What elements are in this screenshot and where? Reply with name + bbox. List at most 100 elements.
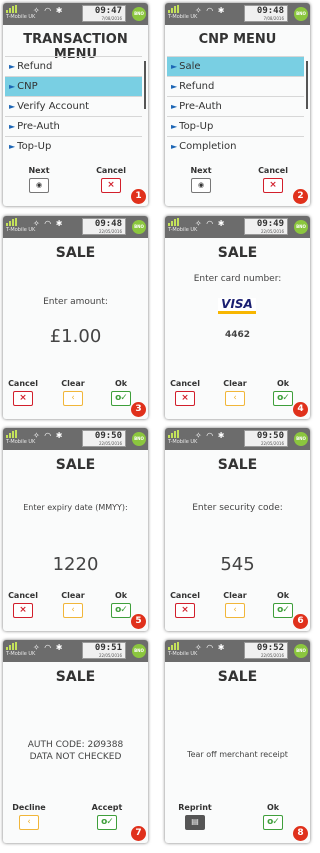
step-badge: 3 — [131, 402, 146, 417]
clear-button[interactable]: Clear ‹ — [217, 591, 253, 618]
ok-button[interactable]: Ok o✓ — [265, 591, 301, 618]
prompt-text: Enter card number: — [193, 274, 282, 284]
battery-icon: BNO — [132, 7, 146, 21]
arrow-right-icon: ► — [9, 82, 16, 91]
cancel-icon: × — [13, 603, 33, 618]
clock-date: 7/08/2016 — [263, 16, 284, 21]
signal-icon — [168, 430, 197, 438]
security-code-value: 545 — [220, 554, 255, 575]
softkey-bar: Cancel × Clear ‹ Ok o✓ — [165, 379, 310, 419]
cancel-button[interactable]: Cancel × — [167, 591, 203, 618]
status-bar: T-Mobile UK ✧ ◠ ✱ 09:51 22/05/2016 BNO — [3, 640, 148, 662]
clear-icon: ‹ — [63, 603, 83, 618]
wifi-icon: ✧ ◠ ✱ — [33, 431, 64, 440]
carrier-label: T-Mobile UK — [168, 14, 198, 20]
clock-time: 09:48 — [256, 6, 284, 16]
scrollbar[interactable] — [306, 61, 308, 109]
screen-title: SALE — [55, 669, 96, 685]
ok-button[interactable]: Ok o✓ — [255, 803, 291, 830]
clock-time: 09:47 — [94, 6, 122, 16]
battery-icon: BNO — [132, 220, 146, 234]
wifi-icon: ✧ ◠ ✱ — [195, 219, 226, 228]
screen-transaction-menu: T-Mobile UK ✧ ◠ ✱ 09:47 7/08/2016 BNO TR… — [3, 3, 148, 206]
screen-sale-expiry: T-Mobile UK ✧ ◠ ✱ 09:50 22/05/2016 BNO S… — [3, 428, 148, 631]
signal-icon — [168, 218, 197, 226]
cancel-button[interactable]: Cancel × — [167, 379, 203, 406]
cancel-button[interactable]: Cancel × — [5, 379, 41, 406]
ok-icon: o✓ — [263, 815, 283, 830]
next-icon: ◉ — [191, 178, 211, 193]
clear-icon: ‹ — [63, 391, 83, 406]
accept-button[interactable]: Accept o✓ — [89, 803, 125, 830]
status-bar: T-Mobile UK ✧ ◠ ✱ 09:47 7/08/2016 BNO — [3, 3, 148, 25]
menu-item-cnp[interactable]: ► CNP — [5, 76, 142, 96]
ok-icon: o✓ — [111, 391, 131, 406]
wifi-icon: ✧ ◠ ✱ — [33, 6, 64, 15]
clock-time: 09:48 — [94, 219, 122, 229]
softkey-bar: Next ◉ Cancel × — [165, 166, 310, 206]
menu-item-completion[interactable]: ► Completion — [167, 136, 304, 156]
scrollbar[interactable] — [144, 61, 146, 109]
status-bar: T-Mobile UK ✧ ◠ ✱ 09:52 22/05/2016 BNO — [165, 640, 310, 662]
carrier-label: T-Mobile UK — [6, 14, 36, 20]
clear-button[interactable]: Clear ‹ — [55, 379, 91, 406]
clock: 09:47 7/08/2016 — [82, 5, 126, 22]
softkey-bar: Next ◉ Cancel × — [3, 166, 148, 206]
step-badge: 5 — [131, 614, 146, 629]
carrier-label: T-Mobile UK — [168, 227, 198, 233]
signal-icon — [6, 5, 35, 13]
carrier-label: T-Mobile UK — [6, 651, 36, 657]
prompt-text: Enter amount: — [43, 297, 108, 307]
menu-item-pre-auth[interactable]: ► Pre-Auth — [5, 116, 142, 136]
screen-cnp-menu: T-Mobile UK ✧ ◠ ✱ 09:48 7/08/2016 BNO CN… — [165, 3, 310, 206]
clock: 09:50 22/05/2016 — [244, 430, 288, 447]
prompt-text: Enter security code: — [192, 503, 283, 513]
menu-item-top-up[interactable]: ► Top-Up — [5, 136, 142, 156]
cancel-button[interactable]: Cancel × — [93, 166, 129, 193]
prompt-text: Tear off merchant receipt — [187, 750, 288, 759]
softkey-bar: Cancel × Clear ‹ Ok o✓ — [165, 591, 310, 631]
screen-sale-auth: T-Mobile UK ✧ ◠ ✱ 09:51 22/05/2016 BNO S… — [3, 640, 148, 843]
screen-sale-amount: T-Mobile UK ✧ ◠ ✱ 09:48 22/05/2016 BNO S… — [3, 216, 148, 419]
cnp-menu-list: ► Sale ► Refund ► Pre-Auth ► Top-Up ► Complet… — [167, 56, 304, 156]
expiry-value: 1220 — [52, 554, 99, 575]
signal-icon — [168, 642, 197, 650]
cancel-button[interactable]: Cancel × — [5, 591, 41, 618]
next-button[interactable]: Next ◉ — [183, 166, 219, 193]
clear-button[interactable]: Clear ‹ — [217, 379, 253, 406]
clock: 09:51 22/05/2016 — [82, 642, 126, 659]
menu-item-verify-account[interactable]: ► Verify Account — [5, 96, 142, 116]
transaction-menu-list: ► Refund ► CNP ► Verify Account ► Pre-Auth ►… — [5, 56, 142, 156]
battery-icon: BNO — [294, 7, 308, 21]
menu-item-refund[interactable]: ► Refund — [5, 56, 142, 76]
menu-item-sale[interactable]: ► Sale — [167, 56, 304, 76]
amount-value: £1.00 — [49, 326, 102, 347]
ok-button[interactable]: Ok o✓ — [103, 379, 139, 406]
reprint-button[interactable]: Reprint ▤ — [177, 803, 213, 830]
menu-item-top-up[interactable]: ► Top-Up — [167, 116, 304, 136]
arrow-right-icon: ► — [9, 122, 16, 131]
clock-date: 22/05/2016 — [98, 653, 122, 658]
decline-button[interactable]: Decline ‹ — [11, 803, 47, 830]
clock: 09:52 22/05/2016 — [244, 642, 288, 659]
ok-icon: o✓ — [273, 603, 293, 618]
clear-button[interactable]: Clear ‹ — [55, 591, 91, 618]
clock: 09:48 22/05/2016 — [82, 218, 126, 235]
signal-icon — [6, 642, 35, 650]
clock: 09:49 22/05/2016 — [244, 218, 288, 235]
menu-item-refund[interactable]: ► Refund — [167, 76, 304, 96]
next-button[interactable]: Next ◉ — [21, 166, 57, 193]
ok-button[interactable]: Ok o✓ — [103, 591, 139, 618]
card-number-value: 4462 — [224, 330, 251, 340]
menu-item-pre-auth[interactable]: ► Pre-Auth — [167, 96, 304, 116]
clear-icon: ‹ — [225, 391, 245, 406]
cancel-button[interactable]: Cancel × — [255, 166, 291, 193]
softkey-bar: Cancel × Clear ‹ Ok o✓ — [3, 379, 148, 419]
step-badge: 6 — [293, 614, 308, 629]
arrow-right-icon: ► — [171, 62, 178, 71]
ok-button[interactable]: Ok o✓ — [265, 379, 301, 406]
cancel-icon: × — [263, 178, 283, 193]
screen-title: SALE — [217, 457, 258, 473]
ok-icon: o✓ — [273, 391, 293, 406]
arrow-right-icon: ► — [171, 142, 178, 151]
